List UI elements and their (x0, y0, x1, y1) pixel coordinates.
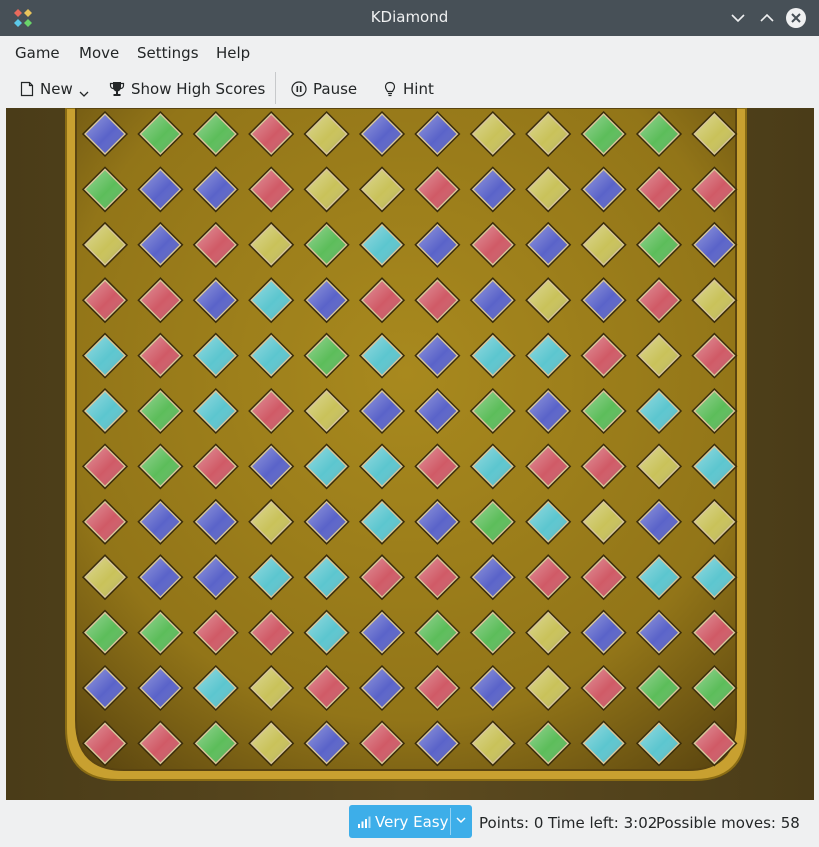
new-game-button[interactable]: New (20, 78, 89, 100)
show-high-scores-button[interactable]: Show High Scores (109, 78, 265, 100)
menu-settings[interactable]: Settings (137, 44, 199, 62)
board-surface (75, 108, 737, 771)
new-game-label: New (40, 80, 73, 98)
pause-button[interactable]: Pause (291, 78, 357, 100)
minimize-icon (731, 14, 745, 23)
chevron-down-icon (79, 91, 89, 97)
toolbar-separator (275, 72, 276, 104)
chevron-down-icon (456, 817, 466, 824)
toolbar: New Show High Scores Pause Hint (0, 70, 819, 108)
difficulty-dropdown[interactable]: Very Easy (349, 805, 472, 838)
menu-game[interactable]: Game (15, 44, 60, 62)
menu-bar: Game Move Settings Help (0, 36, 819, 70)
title-bar: KDiamond (0, 0, 819, 36)
pause-icon (291, 81, 307, 97)
difficulty-separator (450, 808, 451, 835)
trophy-icon (109, 82, 125, 96)
menu-move[interactable]: Move (79, 44, 119, 62)
close-button[interactable] (784, 6, 808, 30)
possible-moves-label: Possible moves: 58 (656, 814, 800, 832)
hint-label: Hint (403, 80, 434, 98)
lightbulb-icon (384, 81, 396, 97)
close-icon (786, 8, 806, 28)
status-bar: Very Easy Points: 0 Time left: 3:02 Poss… (0, 800, 819, 847)
show-high-scores-label: Show High Scores (131, 80, 266, 98)
game-board[interactable] (6, 108, 814, 800)
pause-label: Pause (313, 80, 358, 98)
maximize-button[interactable] (755, 6, 779, 30)
points-label: Points: 0 (479, 814, 544, 832)
hint-button[interactable]: Hint (383, 78, 434, 100)
menu-help[interactable]: Help (216, 44, 250, 62)
window-title: KDiamond (370, 8, 449, 26)
difficulty-label: Very Easy (375, 812, 449, 831)
time-left-label: Time left: 3:02 (548, 814, 658, 832)
signal-bars-icon (358, 816, 371, 828)
minimize-button[interactable] (726, 6, 750, 30)
maximize-icon (760, 13, 774, 22)
document-new-icon (20, 81, 34, 97)
